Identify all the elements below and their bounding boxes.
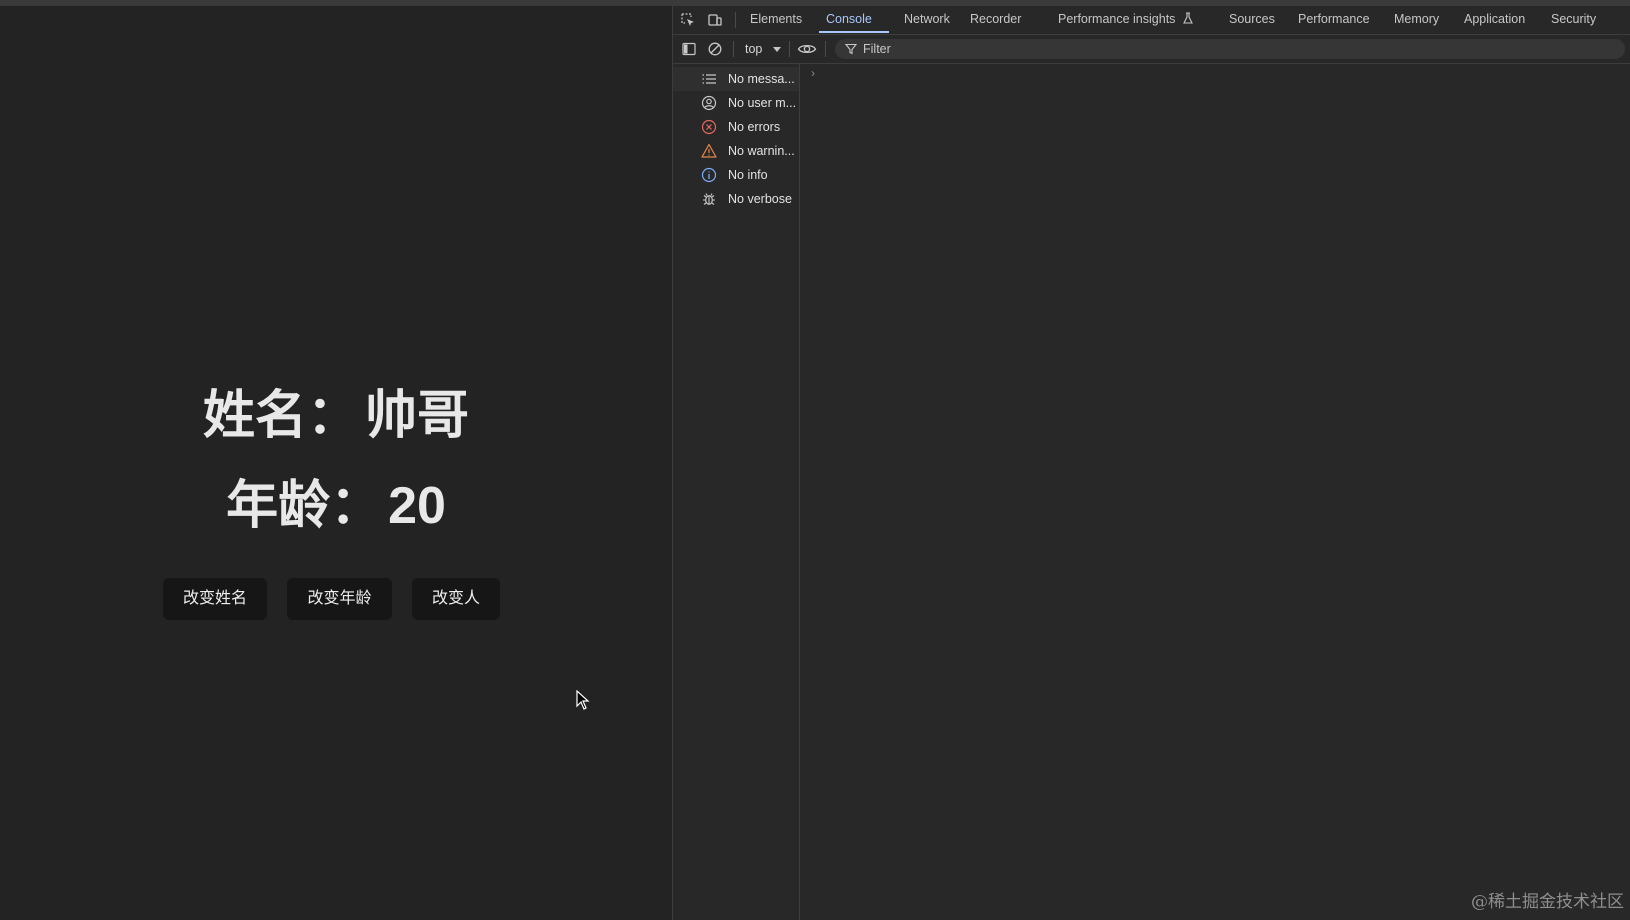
user-icon <box>701 95 717 111</box>
tab-recorder[interactable]: Recorder <box>970 6 1021 34</box>
inspect-element-icon[interactable] <box>680 12 696 28</box>
warning-icon <box>701 143 717 158</box>
console-output[interactable]: › <box>800 64 1630 920</box>
toolbar-separator <box>733 41 734 57</box>
toolbar-separator <box>825 41 826 57</box>
filter-icon <box>845 43 857 55</box>
tab-console[interactable]: Console <box>826 6 872 34</box>
toolbar-separator <box>789 41 790 57</box>
filter-placeholder: Filter <box>863 42 891 56</box>
tab-application[interactable]: Application <box>1464 6 1525 34</box>
tabbar-separator <box>735 12 736 28</box>
sidebar-item-label: No verbose <box>728 192 792 206</box>
sidebar-item-warnings[interactable]: No warnin... <box>673 139 799 163</box>
info-icon <box>701 167 717 183</box>
device-toolbar-icon[interactable] <box>707 12 723 28</box>
sidebar-item-user-messages[interactable]: No user m... <box>673 91 799 115</box>
active-tab-indicator <box>819 31 889 33</box>
change-name-button[interactable]: 改变姓名 <box>163 578 267 620</box>
clear-console-icon[interactable] <box>707 41 723 57</box>
console-sidebar: No messa... No user m... No errors No wa… <box>673 64 800 920</box>
console-toolbar: top Filter <box>673 35 1630 64</box>
change-age-button[interactable]: 改变年龄 <box>287 578 392 620</box>
context-select[interactable]: top <box>745 35 762 63</box>
tab-memory[interactable]: Memory <box>1394 6 1439 34</box>
list-icon <box>702 74 716 84</box>
tab-performance-insights-label: Performance insights <box>1058 12 1176 26</box>
console-prompt: › <box>811 66 815 80</box>
chevron-down-icon <box>773 47 781 52</box>
watermark: @稀土掘金技术社区 <box>1471 892 1624 912</box>
sidebar-item-errors[interactable]: No errors <box>673 115 799 139</box>
sidebar-item-messages[interactable]: No messa... <box>673 67 799 91</box>
mouse-cursor-icon <box>576 690 590 710</box>
eye-icon[interactable] <box>797 41 817 57</box>
sidebar-item-label: No warnin... <box>728 144 795 158</box>
devtools-panel: Elements Console Network Recorder Perfor… <box>672 6 1630 920</box>
sidebar-item-label: No user m... <box>728 96 797 110</box>
page-viewport: 姓名： 帅哥 年龄： 20 改变姓名 改变年龄 改变人 <box>0 6 672 920</box>
age-line: 年龄： 20 <box>0 474 672 538</box>
name-value: 帅哥 <box>365 387 470 445</box>
tab-performance-insights[interactable]: Performance insights <box>1058 6 1194 34</box>
tab-performance[interactable]: Performance <box>1298 6 1370 34</box>
sidebar-item-info[interactable]: No info <box>673 163 799 187</box>
tab-sources[interactable]: Sources <box>1229 6 1275 34</box>
error-icon <box>701 119 717 135</box>
experiment-flask-icon <box>1183 12 1193 24</box>
tab-elements[interactable]: Elements <box>750 6 802 34</box>
tab-network[interactable]: Network <box>904 6 950 34</box>
sidebar-item-label: No info <box>728 168 768 182</box>
name-label: 姓名： <box>202 387 359 445</box>
bug-icon <box>703 193 715 205</box>
name-line: 姓名： 帅哥 <box>0 384 672 448</box>
change-person-button[interactable]: 改变人 <box>412 578 500 620</box>
sidebar-item-label: No errors <box>728 120 781 134</box>
sidebar-item-verbose[interactable]: No verbose <box>673 187 799 211</box>
sidebar-toggle-icon[interactable] <box>681 41 697 57</box>
age-value: 20 <box>388 477 446 535</box>
filter-input[interactable]: Filter <box>835 39 1625 59</box>
age-label: 年龄： <box>226 477 383 535</box>
sidebar-item-label: No messa... <box>728 72 795 86</box>
devtools-tabbar: Elements Console Network Recorder Perfor… <box>673 6 1630 35</box>
tab-security[interactable]: Security <box>1551 6 1596 34</box>
